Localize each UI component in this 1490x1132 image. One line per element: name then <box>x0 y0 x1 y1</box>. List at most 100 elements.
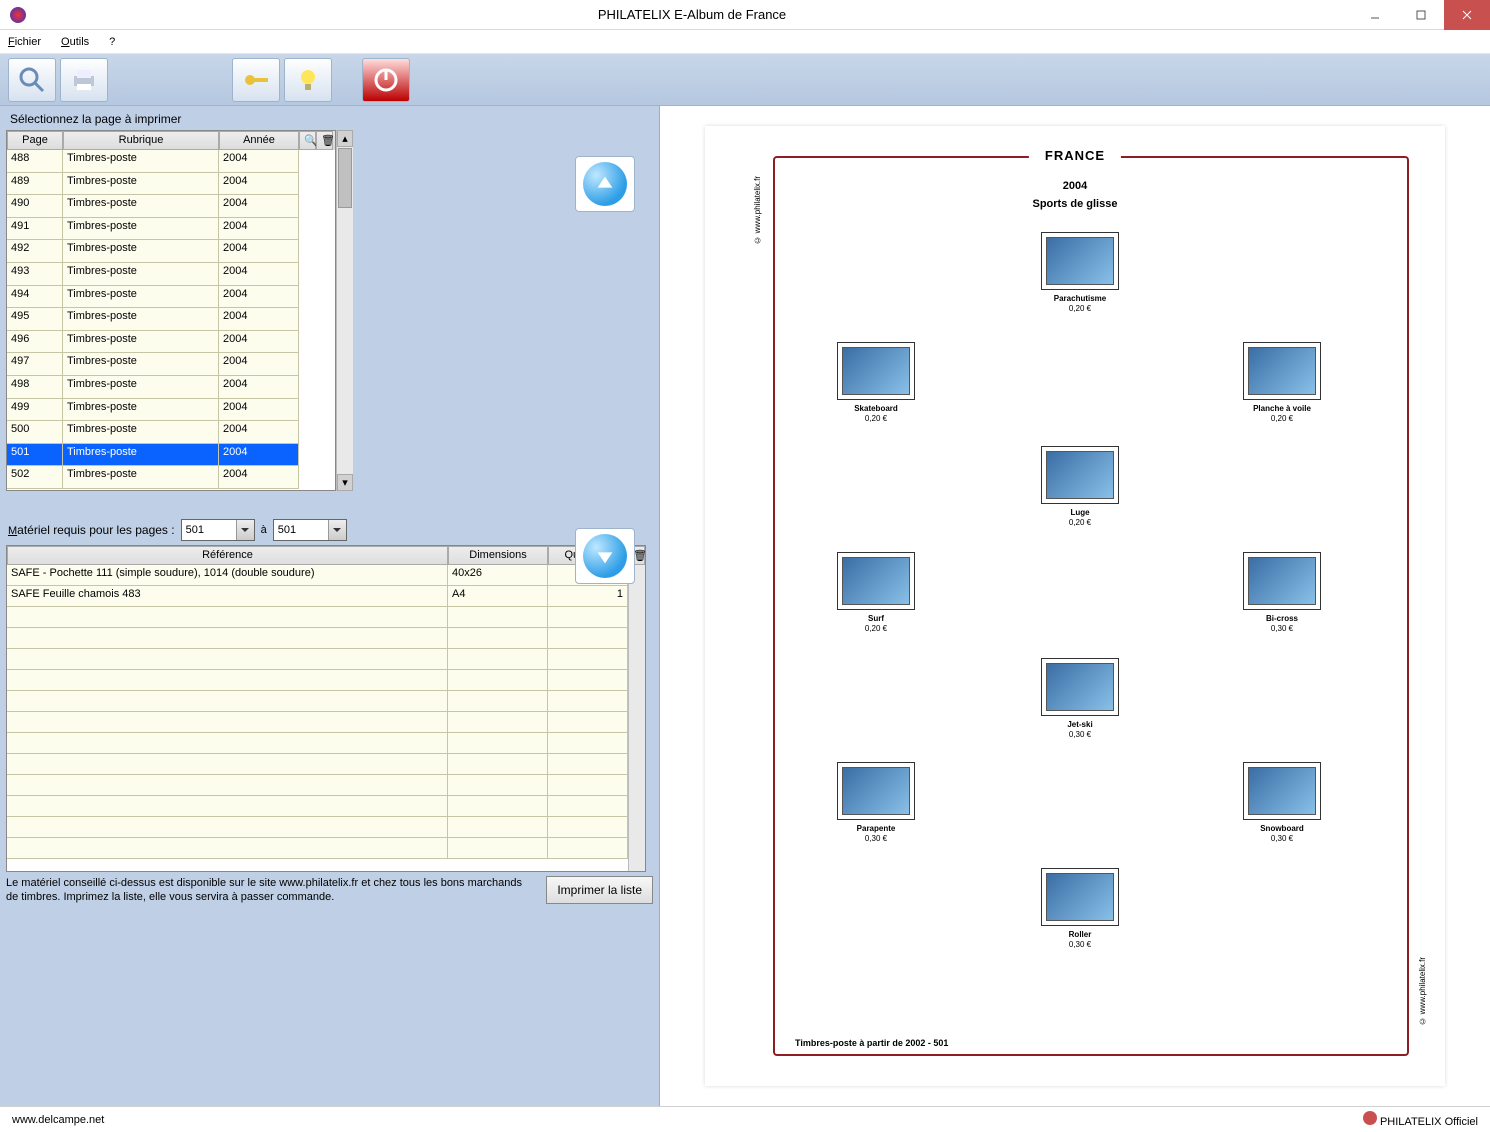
from-input[interactable] <box>182 520 236 540</box>
table-row[interactable]: 495Timbres-poste2004 <box>7 308 335 331</box>
col-page[interactable]: Page <box>7 131 63 150</box>
stamp-price: 0,30 € <box>831 834 921 844</box>
left-pane: Sélectionnez la page à imprimer Page Rub… <box>0 106 660 1106</box>
page-up-button[interactable] <box>575 156 635 212</box>
table-row <box>7 649 628 670</box>
titlebar: PHILATELIX E-Album de France <box>0 0 1490 30</box>
cell-quantite <box>548 628 628 649</box>
table-row[interactable]: 491Timbres-poste2004 <box>7 218 335 241</box>
cell-quantite <box>548 817 628 838</box>
table-row <box>7 691 628 712</box>
stamp-caption: Planche à voile <box>1237 404 1327 414</box>
col-reference[interactable]: Référence <box>7 546 448 565</box>
cell-page: 498 <box>7 376 63 399</box>
stamp-image <box>1248 767 1316 815</box>
materials-scrollbar[interactable] <box>628 565 645 871</box>
col-delete-icon[interactable]: 🗑 <box>316 131 333 150</box>
cell-annee: 2004 <box>219 466 299 489</box>
table-row[interactable]: 493Timbres-poste2004 <box>7 263 335 286</box>
stamp-box <box>1243 342 1321 400</box>
cell-quantite <box>548 670 628 691</box>
bulb-button[interactable] <box>284 58 332 102</box>
cell-rubrique: Timbres-poste <box>63 421 219 444</box>
cell-dimensions <box>448 838 548 859</box>
cell-page: 501 <box>7 444 63 467</box>
maximize-button[interactable] <box>1398 0 1444 30</box>
page-down-button[interactable] <box>575 528 635 584</box>
to-input[interactable] <box>274 520 328 540</box>
brand-icon <box>1363 1111 1377 1125</box>
table-row[interactable]: 498Timbres-poste2004 <box>7 376 335 399</box>
cell-page: 495 <box>7 308 63 331</box>
to-combo[interactable] <box>273 519 347 541</box>
print-list-button[interactable]: Imprimer la liste <box>546 876 653 904</box>
table-row[interactable]: 489Timbres-poste2004 <box>7 173 335 196</box>
chevron-down-icon[interactable] <box>328 520 346 540</box>
col-dimensions[interactable]: Dimensions <box>448 546 548 565</box>
minimize-button[interactable] <box>1352 0 1398 30</box>
key-button[interactable] <box>232 58 280 102</box>
col-annee[interactable]: Année <box>219 131 299 150</box>
cell-annee: 2004 <box>219 173 299 196</box>
cell-dimensions <box>448 607 548 628</box>
cell-rubrique: Timbres-poste <box>63 376 219 399</box>
col-rubrique[interactable]: Rubrique <box>63 131 219 150</box>
stamp-price: 0,30 € <box>1237 624 1327 634</box>
scroll-up-icon[interactable]: ▴ <box>337 130 353 147</box>
cell-page: 500 <box>7 421 63 444</box>
cell-quantite: 1 <box>548 586 628 607</box>
cell-annee: 2004 <box>219 286 299 309</box>
cell-reference <box>7 775 448 796</box>
table-row[interactable]: 496Timbres-poste2004 <box>7 331 335 354</box>
stamp-surf: Surf0,20 € <box>831 552 921 634</box>
col-search-icon[interactable]: 🔍 <box>299 131 316 150</box>
table-row[interactable]: 497Timbres-poste2004 <box>7 353 335 376</box>
table-row[interactable]: 488Timbres-poste2004 <box>7 150 335 173</box>
cell-dimensions <box>448 712 548 733</box>
app-icon <box>10 7 26 23</box>
chevron-down-icon[interactable] <box>236 520 254 540</box>
table-row[interactable]: 490Timbres-poste2004 <box>7 195 335 218</box>
cell-dimensions <box>448 775 548 796</box>
table-row[interactable]: 494Timbres-poste2004 <box>7 286 335 309</box>
cell-quantite <box>548 607 628 628</box>
menu-outils[interactable]: Outils <box>61 36 89 48</box>
menu-help[interactable]: ? <box>109 36 115 48</box>
stamp-caption: Roller <box>1035 930 1125 940</box>
page-footnote: Timbres-poste à partir de 2002 - 501 <box>795 1038 948 1048</box>
side-caption: © www.philatelix.fr <box>753 176 762 245</box>
close-button[interactable] <box>1444 0 1490 30</box>
table-row <box>7 733 628 754</box>
cell-annee: 2004 <box>219 195 299 218</box>
table-row[interactable]: 500Timbres-poste2004 <box>7 421 335 444</box>
scroll-thumb[interactable] <box>338 148 352 208</box>
cell-dimensions <box>448 628 548 649</box>
table-row <box>7 607 628 628</box>
pages-scrollbar[interactable]: ▴ ▾ <box>336 130 353 491</box>
menu-fichier[interactable]: Fichier <box>8 36 41 48</box>
from-combo[interactable] <box>181 519 255 541</box>
stamp-roller: Roller0,30 € <box>1035 868 1125 950</box>
cell-annee: 2004 <box>219 376 299 399</box>
menubar: Fichier Outils ? <box>0 30 1490 54</box>
scroll-down-icon[interactable]: ▾ <box>337 474 353 491</box>
cell-rubrique: Timbres-poste <box>63 218 219 241</box>
table-row[interactable]: 501Timbres-poste2004 <box>7 444 335 467</box>
table-row[interactable]: 502Timbres-poste2004 <box>7 466 335 489</box>
stamp-price: 0,20 € <box>1035 518 1125 528</box>
table-row[interactable]: SAFE - Pochette 111 (simple soudure), 10… <box>7 565 628 586</box>
stamp-box <box>837 552 915 610</box>
page-subject: Sports de glisse <box>705 198 1445 210</box>
power-button[interactable] <box>362 58 410 102</box>
cell-annee: 2004 <box>219 444 299 467</box>
stamp-price: 0,20 € <box>831 624 921 634</box>
search-button[interactable] <box>8 58 56 102</box>
table-row[interactable]: SAFE Feuille chamois 483A41 <box>7 586 628 607</box>
table-row[interactable]: 492Timbres-poste2004 <box>7 240 335 263</box>
table-row <box>7 628 628 649</box>
cell-reference <box>7 670 448 691</box>
table-row[interactable]: 499Timbres-poste2004 <box>7 399 335 422</box>
cell-annee: 2004 <box>219 331 299 354</box>
print-button[interactable] <box>60 58 108 102</box>
stamp-caption: Luge <box>1035 508 1125 518</box>
